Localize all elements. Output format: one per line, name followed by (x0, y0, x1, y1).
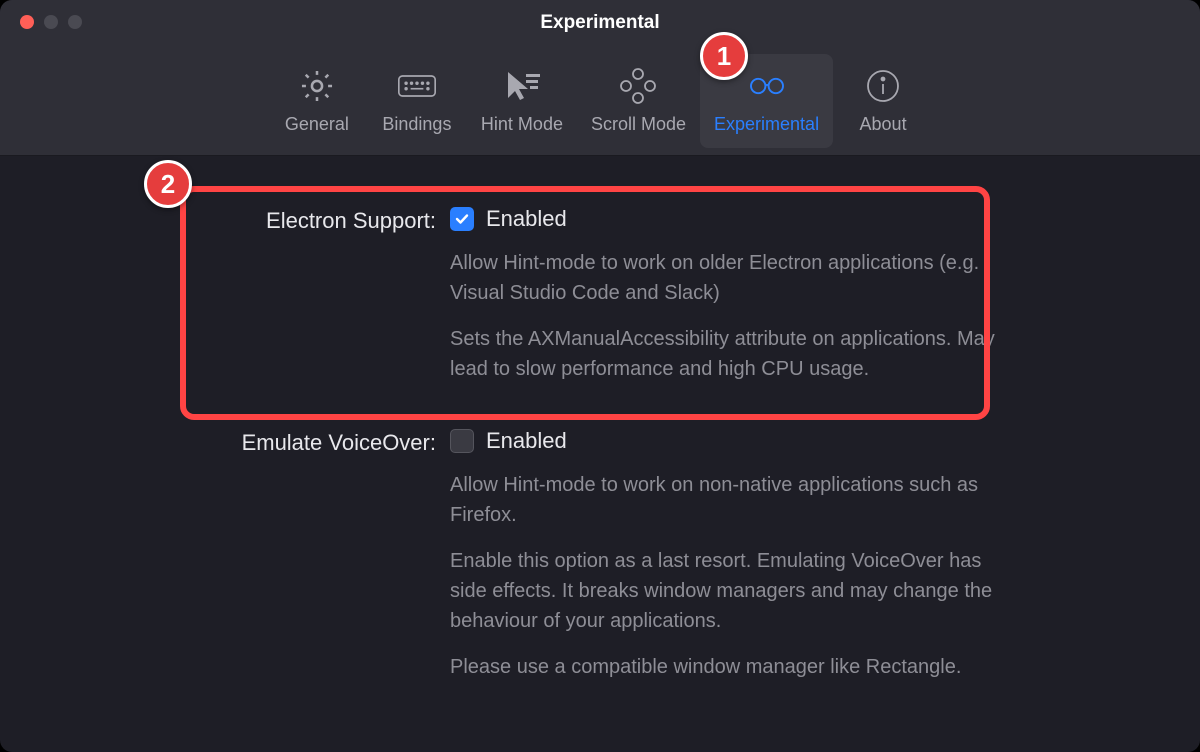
close-button[interactable] (20, 15, 34, 29)
dpad-icon (618, 66, 658, 106)
setting-label: Emulate VoiceOver: (60, 428, 450, 698)
checkbox-row: Enabled (450, 206, 1010, 232)
traffic-lights (20, 15, 82, 29)
setting-body: Enabled Allow Hint-mode to work on older… (450, 206, 1010, 400)
tab-general[interactable]: General (267, 54, 367, 148)
check-icon (454, 211, 470, 227)
tab-toolbar: General Bindings (0, 46, 1200, 156)
tab-bindings[interactable]: Bindings (367, 54, 467, 148)
checkbox-label: Enabled (486, 428, 567, 454)
keyboard-icon (397, 66, 437, 106)
cursor-lines-icon (502, 66, 542, 106)
setting-description: Sets the AXManualAccessibility attribute… (450, 324, 1010, 384)
tab-label: About (860, 114, 907, 135)
setting-body: Enabled Allow Hint-mode to work on non-n… (450, 428, 1010, 698)
setting-description: Please use a compatible window manager l… (450, 652, 1010, 682)
setting-label: Electron Support: (60, 206, 450, 400)
tab-label: Bindings (382, 114, 451, 135)
maximize-button[interactable] (68, 15, 82, 29)
tab-hint-mode[interactable]: Hint Mode (467, 54, 577, 148)
emulate-voiceover-checkbox[interactable] (450, 429, 474, 453)
info-icon (863, 66, 903, 106)
tab-about[interactable]: About (833, 54, 933, 148)
titlebar: Experimental (0, 0, 1200, 46)
preferences-window: Experimental General Bindings (0, 0, 1200, 752)
checkbox-label: Enabled (486, 206, 567, 232)
tab-label: Scroll Mode (591, 114, 686, 135)
gear-icon (297, 66, 337, 106)
content-area: Electron Support: Enabled Allow Hint-mod… (0, 156, 1200, 752)
minimize-button[interactable] (44, 15, 58, 29)
setting-description: Enable this option as a last resort. Emu… (450, 546, 1010, 636)
checkbox-row: Enabled (450, 428, 1010, 454)
tab-label: General (285, 114, 349, 135)
setting-description: Allow Hint-mode to work on non-native ap… (450, 470, 1010, 530)
window-title: Experimental (540, 12, 659, 34)
tab-label: Hint Mode (481, 114, 563, 135)
tab-experimental[interactable]: Experimental (700, 54, 833, 148)
tab-label: Experimental (714, 114, 819, 135)
setting-electron-support: Electron Support: Enabled Allow Hint-mod… (60, 206, 1140, 400)
electron-support-checkbox[interactable] (450, 207, 474, 231)
glasses-icon (747, 66, 787, 106)
setting-description: Allow Hint-mode to work on older Electro… (450, 248, 1010, 308)
setting-emulate-voiceover: Emulate VoiceOver: Enabled Allow Hint-mo… (60, 428, 1140, 698)
tab-scroll-mode[interactable]: Scroll Mode (577, 54, 700, 148)
